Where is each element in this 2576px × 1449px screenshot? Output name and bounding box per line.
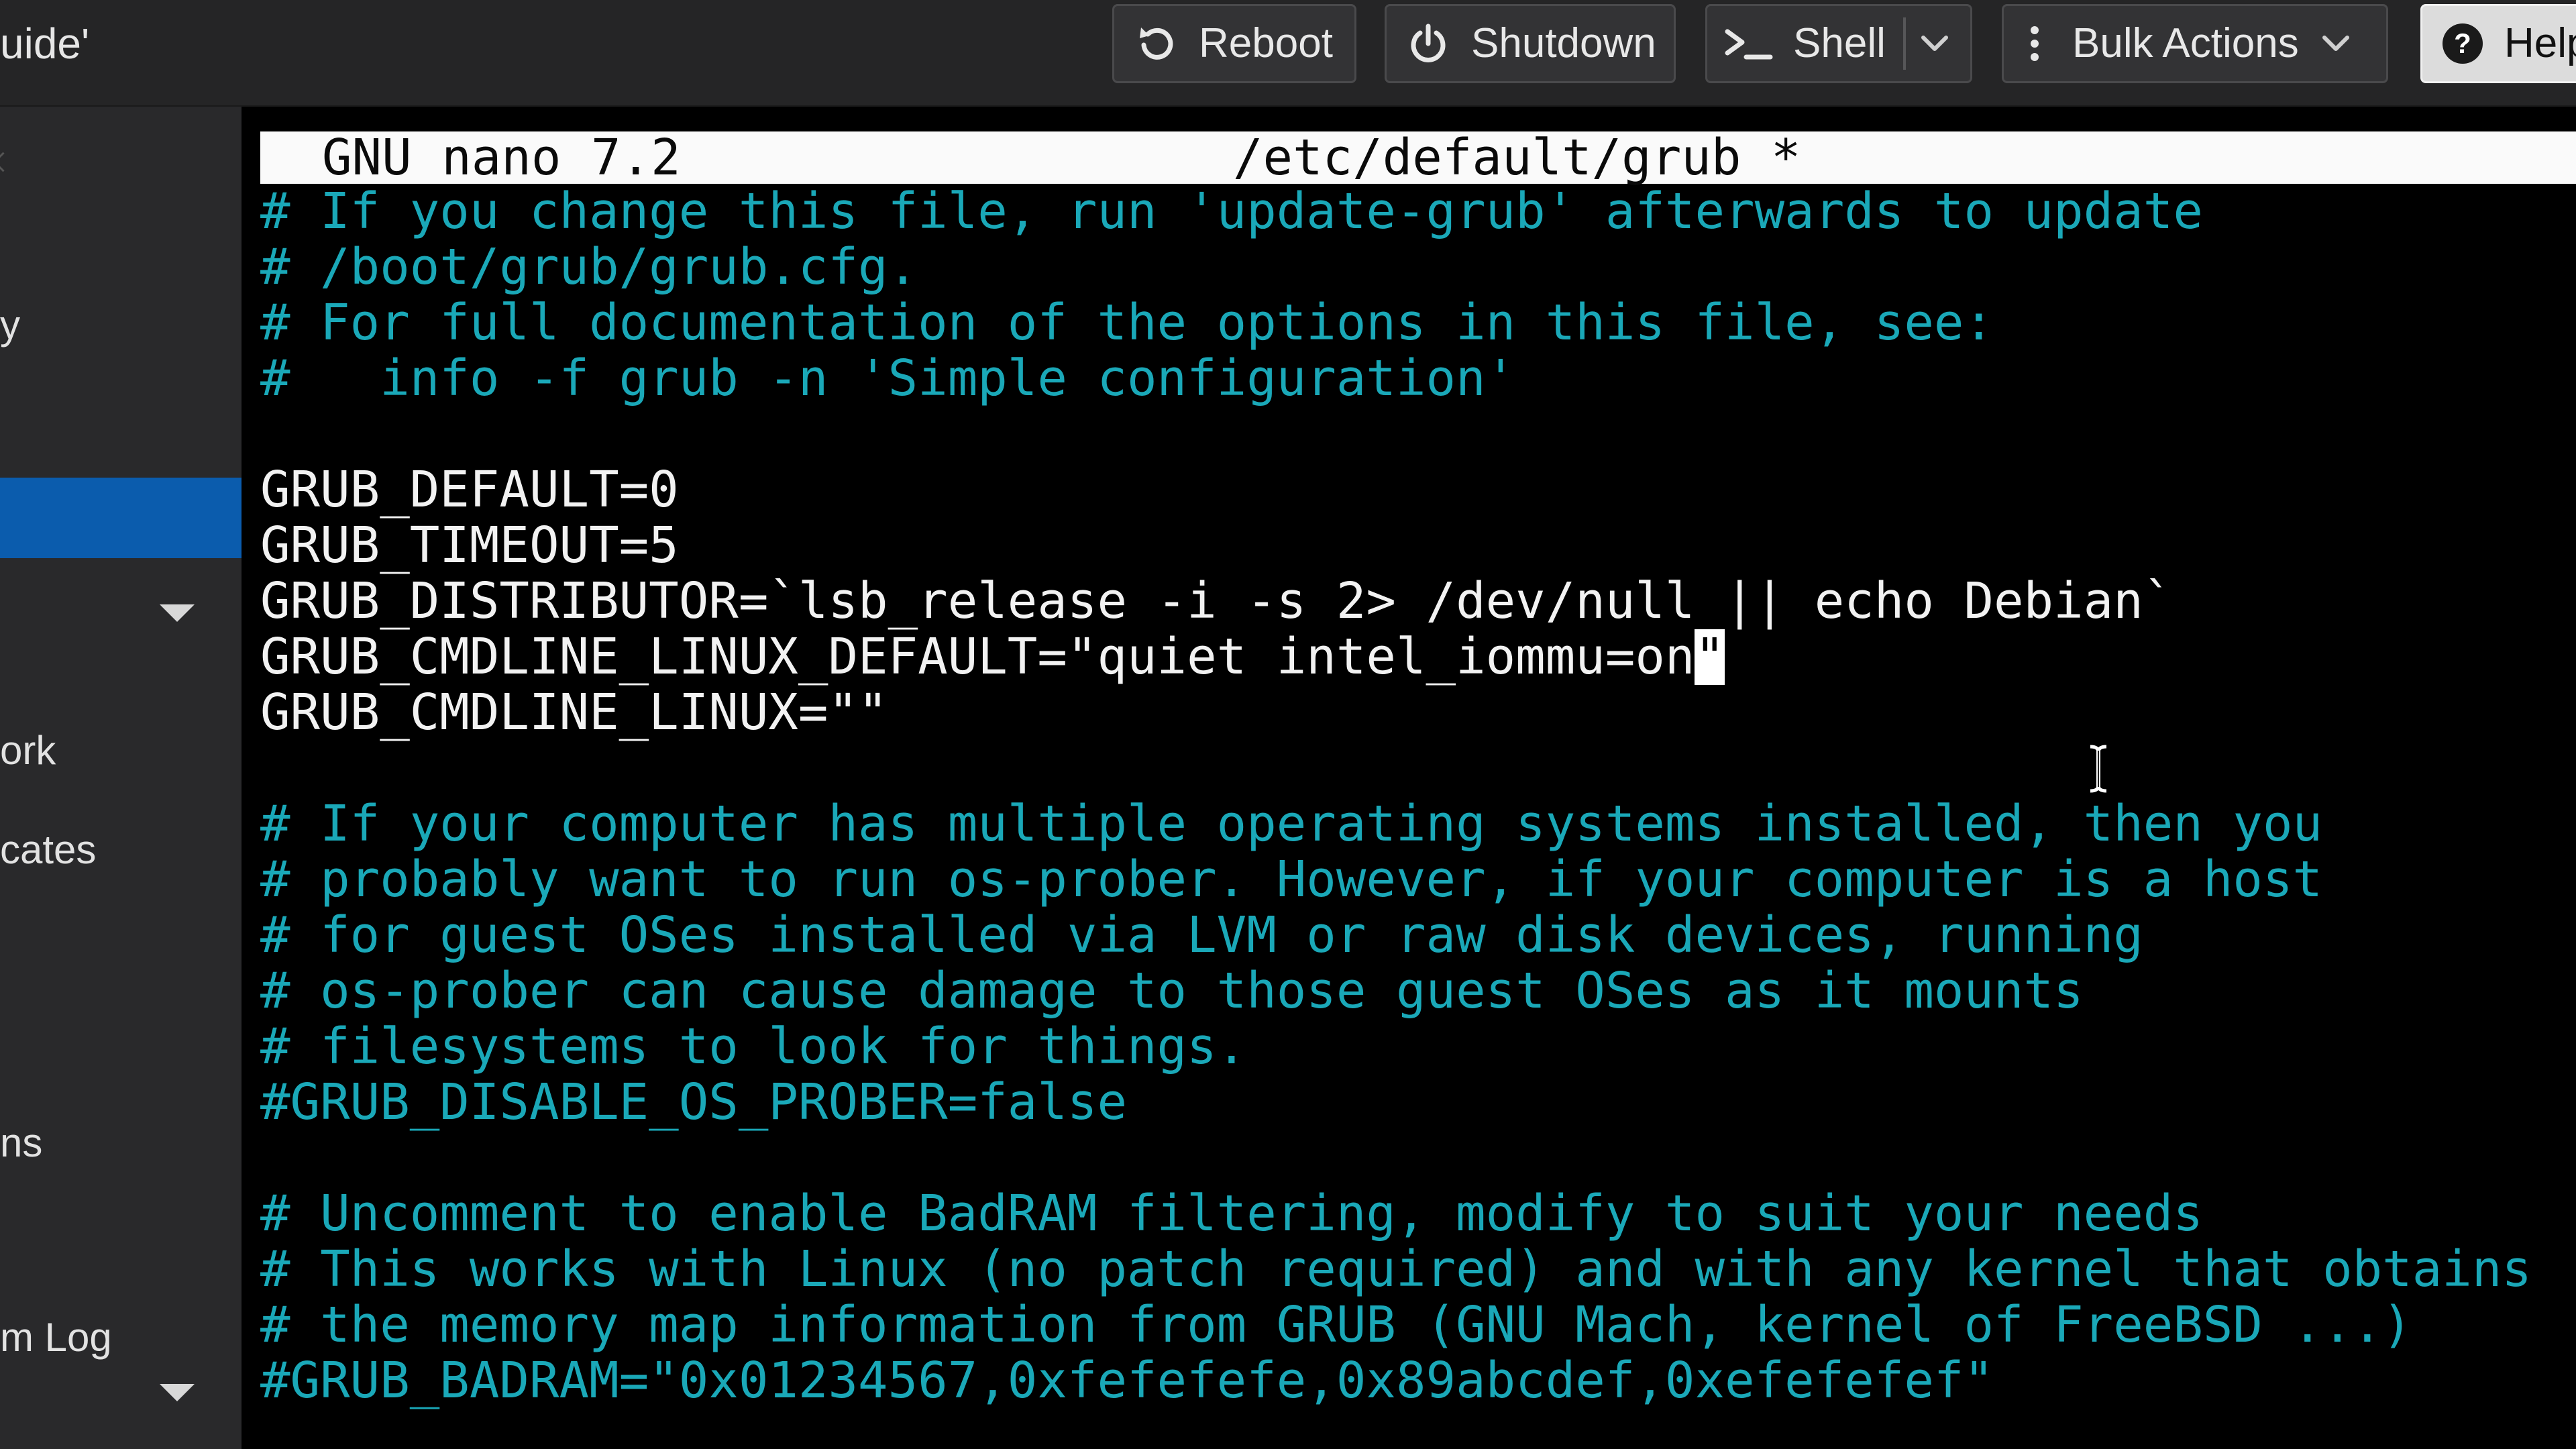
power-icon	[1407, 22, 1450, 65]
text-cursor: "	[1695, 628, 1725, 686]
bulk-actions-label: Bulk Actions	[2072, 20, 2299, 66]
shutdown-label: Shutdown	[1471, 20, 1656, 66]
svg-text:?: ?	[2454, 28, 2471, 59]
comment-line[interactable]: # the memory map information from GRUB (…	[260, 1297, 2576, 1353]
nano-title-bar: GNU nano 7.2 /etc/default/grub *	[260, 131, 2576, 184]
config-line[interactable]: GRUB_TIMEOUT=5	[260, 518, 2576, 574]
config-line[interactable]: GRUB_DEFAULT=0	[260, 462, 2576, 518]
config-line[interactable]: GRUB_CMDLINE_LINUX_DEFAULT="quiet intel_…	[260, 629, 2576, 685]
comment-line[interactable]: # for guest OSes installed via LVM or ra…	[260, 908, 2576, 963]
comment-line[interactable]: # For full documentation of the options …	[260, 295, 2576, 351]
nano-version: GNU nano 7.2	[322, 129, 681, 186]
shutdown-button[interactable]: Shutdown	[1385, 4, 1676, 83]
comment-line[interactable]: # filesystems to look for things.	[260, 1019, 2576, 1075]
question-circle-icon: ?	[2441, 22, 2484, 65]
help-button[interactable]: ? Help	[2420, 4, 2576, 83]
comment-line[interactable]: #GRUB_BADRAM="0x01234567,0xfefefefe,0x89…	[260, 1353, 2576, 1409]
text-cursor-icon	[2090, 745, 2107, 793]
collapse-arrow-icon	[0, 152, 13, 172]
terminal-console[interactable]: GNU nano 7.2 /etc/default/grub * # If yo…	[241, 107, 2576, 1449]
comment-line[interactable]: # /boot/grub/grub.cfg.	[260, 239, 2576, 295]
nano-editor[interactable]: GNU nano 7.2 /etc/default/grub * # If yo…	[260, 131, 2576, 1409]
help-label: Help	[2504, 20, 2576, 66]
sidebar-item-certificates[interactable]: cates	[0, 810, 241, 890]
config-line[interactable]: GRUB_DISTRIBUTOR=`lsb_release -i -s 2> /…	[260, 574, 2576, 629]
split-separator	[1902, 17, 1906, 70]
comment-line[interactable]: # If your computer has multiple operatin…	[260, 796, 2576, 852]
comment-line[interactable]: # Uncomment to enable BadRAM filtering, …	[260, 1186, 2576, 1242]
nano-file-path: /etc/default/grub *	[1233, 129, 1801, 186]
page-title: uide'	[0, 19, 90, 68]
comment-line[interactable]: # info -f grub -n 'Simple configuration'	[260, 351, 2576, 407]
chevron-down-icon	[2319, 27, 2353, 60]
sidebar-item-summary[interactable]: y	[0, 285, 241, 366]
blank-line[interactable]	[260, 741, 2576, 796]
sidebar-item-options[interactable]: ns	[0, 1103, 241, 1183]
reboot-button[interactable]: Reboot	[1112, 4, 1356, 83]
sidebar: y ork cates ns m Log	[0, 107, 241, 1449]
vertical-ellipsis-icon	[2028, 22, 2041, 65]
comment-line[interactable]: #GRUB_DISABLE_OS_PROBER=false	[260, 1075, 2576, 1130]
reboot-icon	[1134, 22, 1177, 65]
chevron-down-icon[interactable]	[160, 1384, 195, 1401]
config-line[interactable]: GRUB_CMDLINE_LINUX=""	[260, 685, 2576, 741]
chevron-down-icon[interactable]	[1918, 27, 1951, 60]
shell-button[interactable]: Shell	[1705, 4, 1972, 83]
bulk-actions-button[interactable]: Bulk Actions	[2002, 4, 2388, 83]
blank-line[interactable]	[260, 1130, 2576, 1186]
comment-line[interactable]: # This works with Linux (no patch requir…	[260, 1242, 2576, 1297]
comment-line[interactable]: # probably want to run os-prober. Howeve…	[260, 852, 2576, 908]
chevron-down-icon[interactable]	[160, 604, 195, 622]
sidebar-item-network[interactable]: ork	[0, 710, 241, 791]
shell-label: Shell	[1793, 20, 1886, 66]
terminal-prompt-icon	[1723, 22, 1774, 65]
blank-line[interactable]	[260, 407, 2576, 462]
sidebar-item-system-log[interactable]: m Log	[0, 1297, 241, 1378]
top-toolbar: uide' Reboot Shutdown Shell Bulk Actions…	[0, 0, 2576, 107]
comment-line[interactable]: # os-prober can cause damage to those gu…	[260, 963, 2576, 1019]
file-content[interactable]: # If you change this file, run 'update-g…	[260, 184, 2576, 1409]
app-root: uide' Reboot Shutdown Shell Bulk Actions…	[0, 0, 2576, 1449]
reboot-label: Reboot	[1199, 20, 1333, 66]
comment-line[interactable]: # If you change this file, run 'update-g…	[260, 184, 2576, 239]
sidebar-item-selected[interactable]	[0, 478, 241, 558]
line-text: GRUB_CMDLINE_LINUX_DEFAULT="quiet intel_…	[260, 628, 1695, 686]
